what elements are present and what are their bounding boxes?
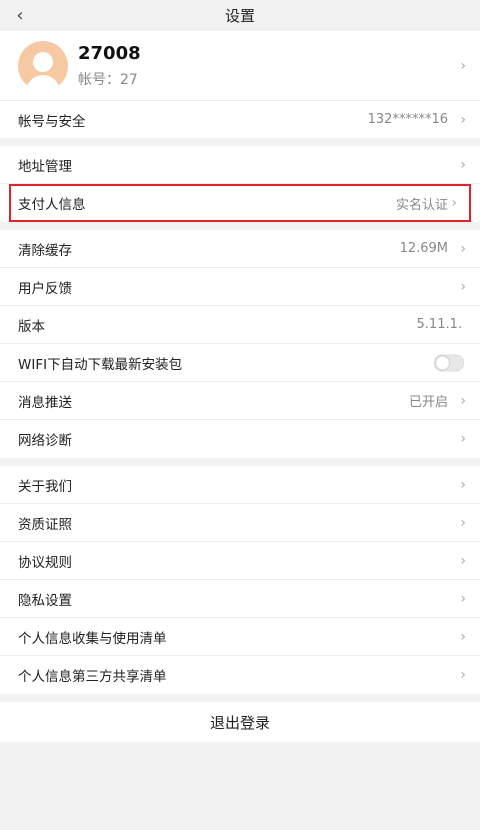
payer-info-label: 支付人信息: [18, 197, 86, 213]
chevron-right-icon: ›: [460, 111, 466, 128]
chevron-right-icon: ›: [460, 476, 466, 493]
clear-cache-label: 清除缓存: [18, 242, 72, 259]
chevron-right-icon: ›: [460, 667, 466, 683]
push-value: 已开启: [408, 395, 448, 410]
qualification-label: 资质证照: [18, 516, 72, 533]
profile-name: 2700‌8: [78, 42, 141, 64]
logout-button[interactable]: 退出登录: [0, 702, 480, 742]
avatar-body: [26, 74, 60, 91]
feedback-row[interactable]: 用户反馈 ›: [0, 268, 480, 306]
profile-text: 2700‌8 帐号：2‌7: [78, 43, 141, 89]
avatar-head: [33, 51, 53, 72]
avatar: [18, 40, 68, 91]
chevron-right-icon: ›: [460, 156, 466, 173]
chevron-right-icon: ›: [460, 392, 466, 409]
version-label: 版本: [18, 318, 45, 335]
chevron-right-icon: ›: [460, 57, 466, 74]
top-bar: ‹ 设置: [0, 0, 480, 31]
third-party-list-label: 个人信息第三方共享清单: [18, 669, 167, 685]
chevron-right-icon: ›: [460, 628, 466, 645]
feedback-label: 用户反馈: [18, 280, 72, 297]
chevron-right-icon: ›: [460, 240, 466, 257]
about-label: 关于我们: [18, 478, 72, 495]
account-security-row[interactable]: 帐号与安全 132******16 ›: [0, 100, 480, 138]
third-party-list-row[interactable]: 个人信息第三方共享清单 ›: [0, 656, 480, 694]
chevron-right-icon: ›: [460, 590, 466, 607]
back-chevron-left-icon[interactable]: ‹: [10, 5, 30, 26]
profile-account: 帐号：2‌7: [78, 71, 138, 88]
agreement-label: 协议规则: [18, 554, 72, 571]
privacy-row[interactable]: 隐私设置 ›: [0, 580, 480, 618]
wifi-download-toggle[interactable]: [434, 354, 464, 371]
page-title: 设置: [224, 7, 255, 25]
payer-info-value: 实名认证: [395, 197, 448, 213]
chevron-right-icon: ›: [460, 552, 466, 569]
chevron-right-icon: ›: [451, 195, 457, 211]
qualification-row[interactable]: 资质证照 ›: [0, 504, 480, 542]
account-security-label: 帐号与安全: [18, 113, 86, 130]
toggle-knob: [436, 356, 449, 369]
general-card: 清除缓存 12.69M › 用户反馈 › 版本 5.11.1. WIFI下自动下…: [0, 230, 480, 458]
address-row[interactable]: 地址管理 ›: [0, 146, 480, 184]
wifi-download-row: WIFI下自动下载最新安装包: [0, 344, 480, 382]
personal-info-list-label: 个人信息收集与使用清单: [18, 630, 167, 647]
push-row[interactable]: 消息推送 已开启 ›: [0, 382, 480, 420]
account-card: 2700‌8 帐号：2‌7 › 帐号与安全 132******16 ›: [0, 31, 480, 138]
chevron-right-icon: ›: [460, 431, 466, 447]
profile-row[interactable]: 2700‌8 帐号：2‌7 ›: [0, 31, 480, 100]
account-security-value: 132******16: [367, 112, 448, 127]
info-card: 关于我们 › 资质证照 › 协议规则 › 隐私设置 › 个人信息收集与使用清单 …: [0, 466, 480, 694]
chevron-right-icon: ›: [460, 514, 466, 531]
version-value: 5.11.1.: [416, 317, 462, 332]
payer-info-row[interactable]: 支付人信息 实名认证 ›: [9, 184, 471, 222]
personal-info-list-row[interactable]: 个人信息收集与使用清单 ›: [0, 618, 480, 656]
agreement-row[interactable]: 协议规则 ›: [0, 542, 480, 580]
cache-size-value: 12.69M: [399, 241, 448, 256]
network-diagnosis-row[interactable]: 网络诊断 ›: [0, 420, 480, 458]
network-diagnosis-label: 网络诊断: [18, 433, 72, 449]
privacy-label: 隐私设置: [18, 592, 72, 609]
wifi-download-label: WIFI下自动下载最新安装包: [18, 356, 183, 373]
push-label: 消息推送: [18, 394, 72, 411]
clear-cache-row[interactable]: 清除缓存 12.69M ›: [0, 230, 480, 268]
chevron-right-icon: ›: [460, 278, 466, 295]
address-label: 地址管理: [18, 158, 72, 175]
about-row[interactable]: 关于我们 ›: [0, 466, 480, 504]
version-row: 版本 5.11.1.: [0, 306, 480, 344]
address-payer-card: 地址管理 › 支付人信息 实名认证 ›: [0, 146, 480, 222]
